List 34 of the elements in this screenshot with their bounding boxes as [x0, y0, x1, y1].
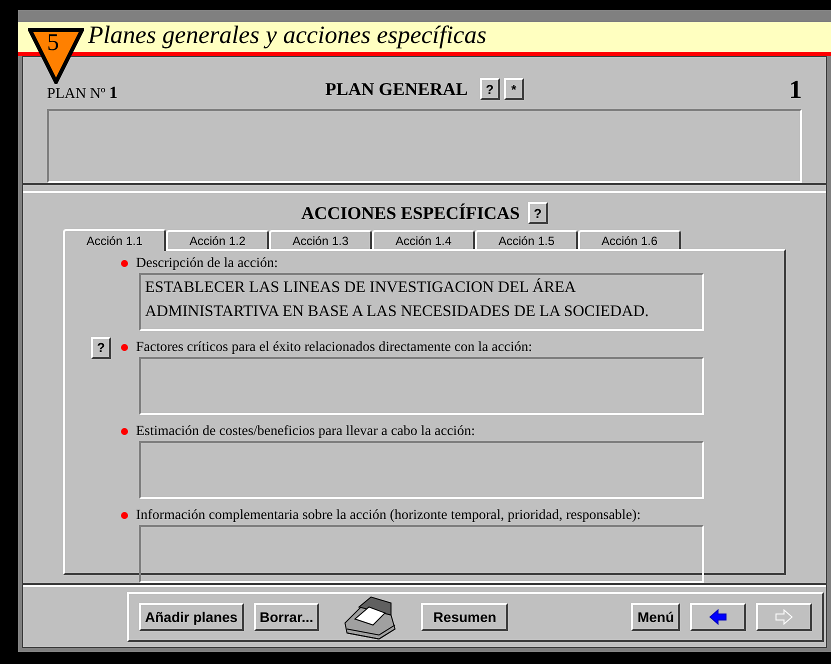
tab[interactable]: Acción 1.3 [269, 230, 372, 249]
plan-text-field[interactable] [47, 109, 802, 183]
delete-button[interactable]: Borrar... [254, 603, 320, 631]
field-label: Estimación de costes/beneficios para llevar a cabo la acción: [136, 422, 475, 440]
section-heading: PLAN GENERAL [325, 78, 468, 100]
tab[interactable]: Acción 1.1 [63, 229, 166, 251]
field-label: Información complementaria sobre la acción (horizonte temporal, prioridad, responsable): [136, 506, 641, 524]
field-label: Factores críticos para el éxito relacionados directamente con la acción: [136, 338, 532, 356]
left-arrow-icon [708, 608, 728, 626]
section-heading: ACCIONES ESPECÍFICAS [301, 202, 520, 224]
help-button[interactable]: ? [528, 202, 548, 224]
tab[interactable]: Acción 1.5 [475, 230, 578, 249]
text-field[interactable] [139, 441, 704, 499]
summary-button[interactable]: Resumen [421, 603, 508, 631]
plan-counter: 1 [788, 74, 802, 104]
star-button[interactable]: * [504, 78, 524, 100]
menu-button[interactable]: Menú [631, 603, 680, 631]
text-field[interactable] [139, 525, 704, 583]
step-number: 5 [47, 31, 59, 55]
back-button[interactable] [690, 603, 746, 631]
tab[interactable]: Acción 1.4 [372, 230, 475, 249]
field-label: Descripción de la acción: [136, 254, 278, 272]
step-badge-icon [28, 28, 84, 84]
add-plans-button[interactable]: Añadir planes [139, 603, 244, 631]
window-title: Planes generales y acciones específicas [88, 21, 486, 51]
right-arrow-icon [774, 608, 794, 626]
help-button[interactable]: ? [91, 336, 111, 358]
tab[interactable]: Acción 1.6 [578, 230, 681, 249]
text-field[interactable]: ESTABLECER LAS LINEAS DE INVESTIGACION DEL ÁREA ADMINISTARTIVA EN BASE A LAS NECESIDADES DE LA SOCIEDAD. [139, 273, 704, 331]
text-field[interactable] [139, 357, 704, 415]
help-button[interactable]: ? [480, 78, 500, 100]
plan-number: 1 [109, 83, 118, 102]
tab[interactable]: Acción 1.2 [166, 230, 269, 249]
plan-number-label: PLAN Nº [47, 86, 106, 102]
